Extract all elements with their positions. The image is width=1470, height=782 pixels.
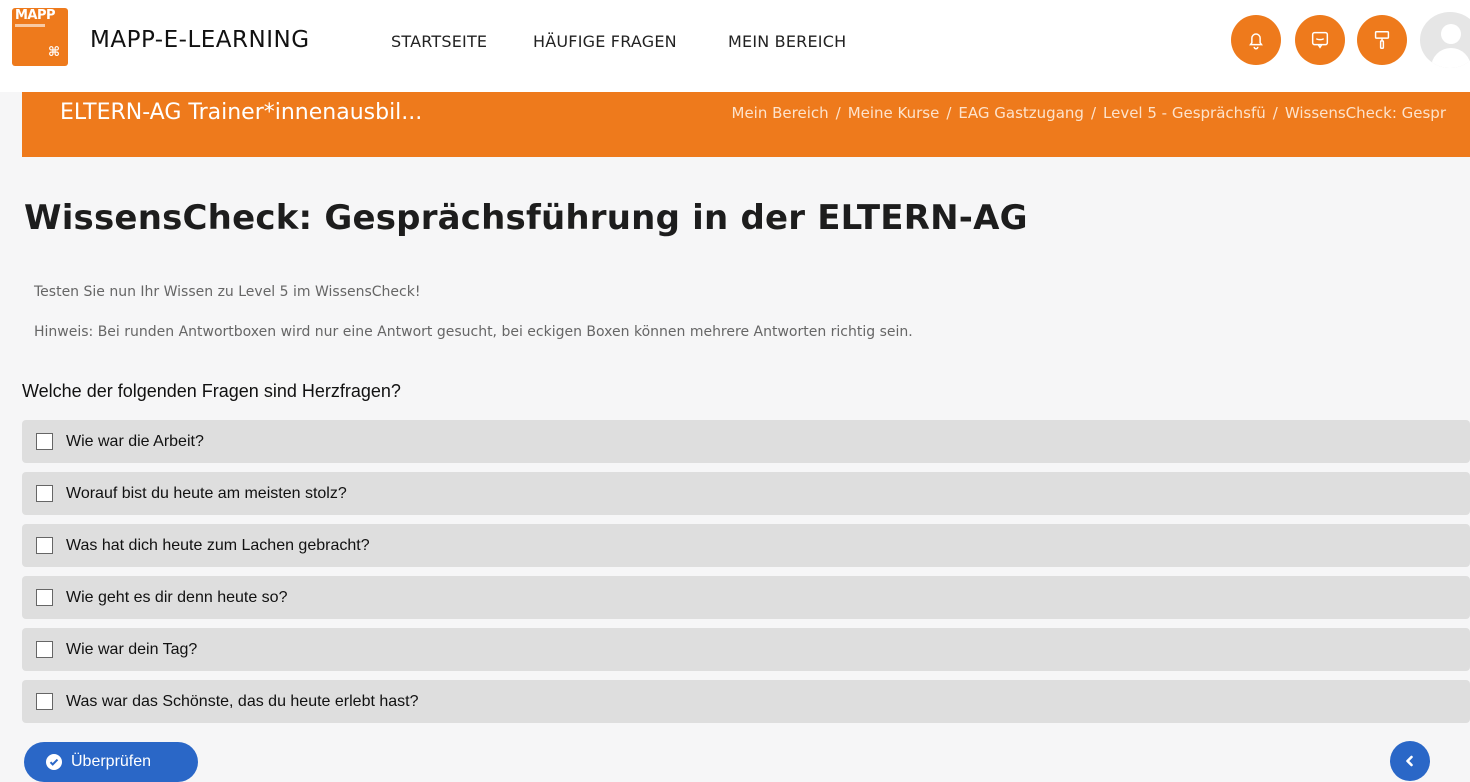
- question-text: Welche der folgenden Fragen sind Herzfra…: [22, 381, 401, 401]
- answer-list: Wie war die Arbeit? Worauf bist du heute…: [22, 420, 1470, 732]
- chevron-left-icon: [1406, 755, 1413, 767]
- answer-checkbox[interactable]: [36, 537, 53, 554]
- check-answers-button[interactable]: Überprüfen: [24, 742, 198, 782]
- answer-option[interactable]: Was war das Schönste, das du heute erleb…: [22, 680, 1470, 723]
- answer-label[interactable]: Was war das Schönste, das du heute erleb…: [66, 693, 419, 711]
- breadcrumb-separator: /: [1272, 104, 1278, 122]
- puzzle-icon: ⌘: [47, 45, 60, 60]
- check-circle-icon: [46, 754, 62, 770]
- notifications-button[interactable]: [1231, 15, 1281, 65]
- answer-option[interactable]: Worauf bist du heute am meisten stolz?: [22, 472, 1470, 515]
- chat-icon: [1311, 31, 1329, 49]
- course-title[interactable]: ELTERN-AG Trainer*innenausbil...: [60, 100, 422, 125]
- answer-checkbox[interactable]: [36, 433, 53, 450]
- breadcrumb-item[interactable]: Meine Kurse: [848, 104, 940, 122]
- course-banner: ELTERN-AG Trainer*innenausbil... Mein Be…: [22, 92, 1470, 157]
- bell-icon: [1249, 33, 1263, 50]
- logo-subtitle-mark: [15, 24, 45, 27]
- avatar-head-shape: [1441, 24, 1461, 44]
- appearance-button[interactable]: [1357, 15, 1407, 65]
- top-navbar: MAPP ⌘ MAPP-E-LEARNING STARTSEITE HÄUFIG…: [0, 0, 1470, 92]
- answer-label[interactable]: Worauf bist du heute am meisten stolz?: [66, 485, 347, 503]
- breadcrumb: Mein Bereich / Meine Kurse / EAG Gastzugang /…: [732, 104, 1446, 122]
- app-logo[interactable]: MAPP ⌘: [12, 8, 68, 66]
- breadcrumb-item[interactable]: Mein Bereich: [732, 104, 829, 122]
- intro-text: Testen Sie nun Ihr Wissen zu Level 5 im …: [34, 284, 421, 300]
- answer-label[interactable]: Wie war dein Tag?: [66, 641, 197, 659]
- breadcrumb-separator: /: [835, 104, 841, 122]
- answer-label[interactable]: Was hat dich heute zum Lachen gebracht?: [66, 537, 370, 555]
- check-answers-label: Überprüfen: [71, 753, 152, 770]
- answer-checkbox[interactable]: [36, 641, 53, 658]
- answer-checkbox[interactable]: [36, 485, 53, 502]
- breadcrumb-item[interactable]: EAG Gastzugang: [958, 104, 1084, 122]
- logo-text: MAPP: [15, 8, 56, 23]
- answer-checkbox[interactable]: [36, 693, 53, 710]
- messages-button[interactable]: [1295, 15, 1345, 65]
- answer-option[interactable]: Wie war die Arbeit?: [22, 420, 1470, 463]
- avatar-body-shape: [1431, 48, 1470, 68]
- brush-icon: [1374, 31, 1390, 49]
- user-avatar[interactable]: [1420, 12, 1470, 68]
- hint-text: Hinweis: Bei runden Antwortboxen wird nu…: [34, 324, 913, 340]
- nav-mein-bereich[interactable]: MEIN BEREICH: [728, 32, 846, 51]
- nav-haeufige-fragen[interactable]: HÄUFIGE FRAGEN: [533, 32, 677, 51]
- answer-option[interactable]: Wie war dein Tag?: [22, 628, 1470, 671]
- answer-label[interactable]: Wie war die Arbeit?: [66, 433, 204, 451]
- answer-option[interactable]: Wie geht es dir denn heute so?: [22, 576, 1470, 619]
- back-button[interactable]: [1390, 741, 1430, 781]
- breadcrumb-item[interactable]: WissensCheck: Gespr: [1285, 104, 1446, 122]
- breadcrumb-separator: /: [946, 104, 952, 122]
- nav-startseite[interactable]: STARTSEITE: [391, 32, 487, 51]
- answer-checkbox[interactable]: [36, 589, 53, 606]
- answer-label[interactable]: Wie geht es dir denn heute so?: [66, 589, 287, 607]
- breadcrumb-item[interactable]: Level 5 - Gesprächsfü: [1103, 104, 1266, 122]
- page-title: WissensCheck: Gesprächsführung in der EL…: [24, 198, 1028, 238]
- brand-name[interactable]: MAPP-E-LEARNING: [90, 27, 310, 53]
- answer-option[interactable]: Was hat dich heute zum Lachen gebracht?: [22, 524, 1470, 567]
- breadcrumb-separator: /: [1090, 104, 1096, 122]
